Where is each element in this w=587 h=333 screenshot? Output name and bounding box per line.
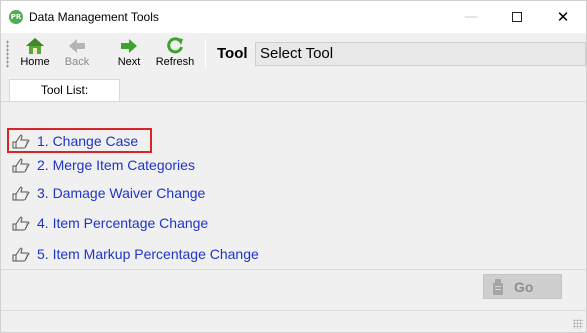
refresh-button[interactable]: Refresh bbox=[153, 37, 197, 71]
go-label: Go bbox=[514, 278, 534, 295]
back-arrow-icon bbox=[69, 39, 85, 53]
toolbar-grip[interactable] bbox=[6, 40, 9, 68]
tool-item-damage-waiver-change[interactable]: 3. Damage Waiver Change bbox=[11, 182, 205, 204]
back-label: Back bbox=[64, 56, 90, 68]
maximize-icon bbox=[512, 12, 522, 22]
tool-item-label: 5. Item Markup Percentage Change bbox=[37, 246, 259, 262]
pointing-hand-icon bbox=[12, 247, 30, 262]
maximize-button[interactable] bbox=[494, 1, 540, 33]
window-title: Data Management Tools bbox=[29, 10, 159, 24]
tool-list-panel: 1. Change Case 2. Merge Item Categories … bbox=[1, 101, 586, 269]
tool-label: Tool bbox=[217, 45, 248, 62]
tool-item-item-markup-percentage-change[interactable]: 5. Item Markup Percentage Change bbox=[11, 243, 259, 265]
next-button[interactable]: Next bbox=[111, 37, 147, 71]
tool-item-label: 3. Damage Waiver Change bbox=[37, 185, 206, 201]
pointing-hand-icon bbox=[12, 216, 30, 231]
next-arrow-icon bbox=[121, 39, 137, 53]
tab-tool-list[interactable]: Tool List: bbox=[9, 79, 120, 102]
toolbar: Home Back Next Refresh Tool Select Tool bbox=[1, 34, 586, 74]
refresh-icon bbox=[167, 37, 183, 54]
run-tool-icon bbox=[493, 278, 503, 295]
app-window: PR Data Management Tools — ✕ Home Back N… bbox=[0, 0, 587, 333]
status-bar bbox=[1, 310, 586, 332]
home-icon bbox=[26, 38, 44, 54]
refresh-label: Refresh bbox=[155, 56, 195, 68]
home-button[interactable]: Home bbox=[15, 37, 55, 71]
app-logo-icon: PR bbox=[9, 10, 23, 24]
tool-item-merge-item-categories[interactable]: 2. Merge Item Categories bbox=[11, 154, 195, 176]
tool-item-item-percentage-change[interactable]: 4. Item Percentage Change bbox=[11, 212, 208, 234]
tool-item-change-case[interactable]: 1. Change Case bbox=[7, 128, 153, 153]
resize-grip-icon[interactable] bbox=[573, 319, 583, 329]
title-bar: PR Data Management Tools — ✕ bbox=[1, 1, 586, 33]
tool-item-label: 1. Change Case bbox=[37, 132, 139, 149]
pointing-hand-icon bbox=[12, 158, 30, 173]
home-label: Home bbox=[20, 56, 50, 68]
go-button[interactable]: Go bbox=[483, 274, 562, 299]
tool-item-label: 2. Merge Item Categories bbox=[37, 157, 195, 173]
pointing-hand-icon bbox=[12, 186, 30, 201]
back-button[interactable]: Back bbox=[59, 37, 95, 71]
tool-selector-field[interactable]: Select Tool bbox=[255, 42, 586, 66]
pointing-hand-icon bbox=[12, 134, 30, 148]
minimize-button[interactable]: — bbox=[448, 1, 494, 33]
next-label: Next bbox=[117, 56, 141, 68]
bottom-divider bbox=[1, 269, 586, 270]
close-button[interactable]: ✕ bbox=[540, 1, 586, 33]
toolbar-separator bbox=[205, 39, 206, 69]
tool-item-label: 4. Item Percentage Change bbox=[37, 215, 209, 231]
